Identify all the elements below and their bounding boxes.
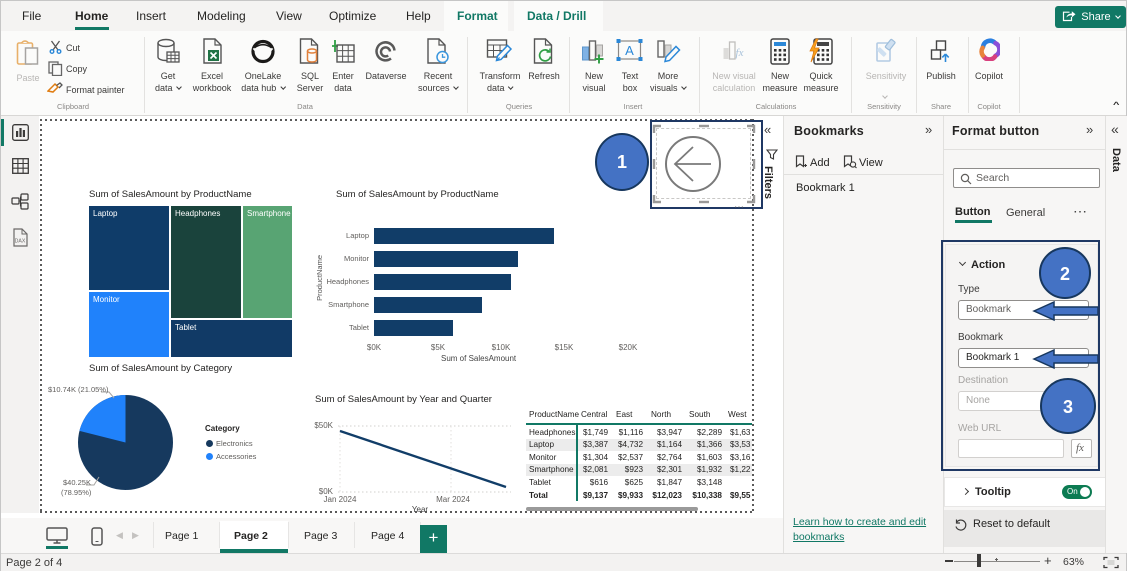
svg-text:A: A xyxy=(625,43,634,58)
svg-text:fx: fx xyxy=(736,47,744,59)
svg-text:DAX: DAX xyxy=(15,239,26,245)
